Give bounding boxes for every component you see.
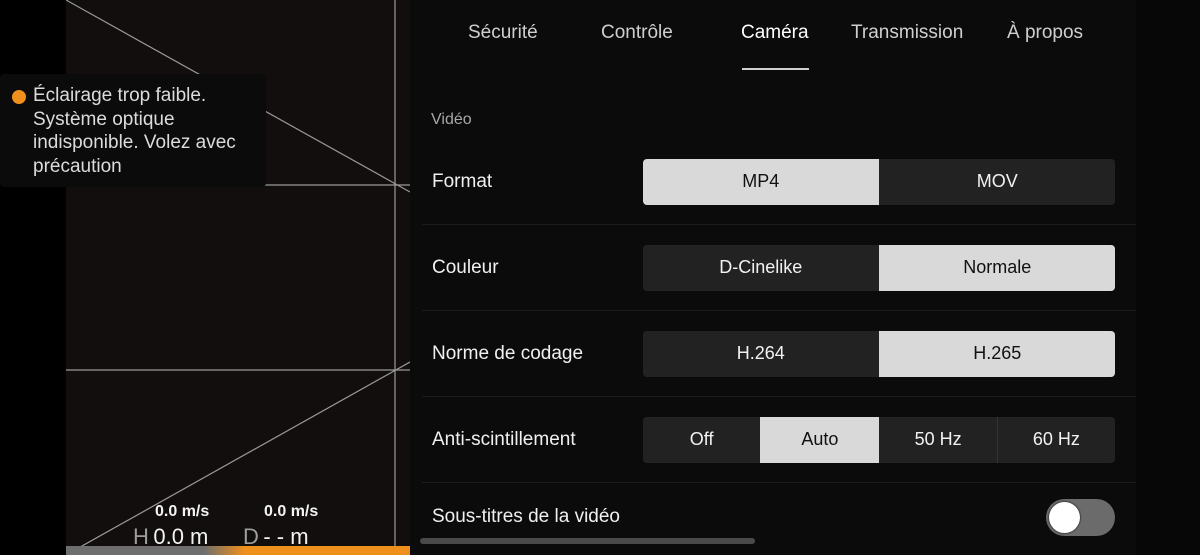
format-option-mov[interactable]: MOV	[878, 158, 1115, 205]
vertical-speed: 0.0 m/s	[264, 503, 319, 520]
anti-flicker-label: Anti-scintillement	[432, 428, 576, 450]
codec-option-h264[interactable]: H.264	[643, 330, 879, 377]
flicker-option-50hz[interactable]: 50 Hz	[878, 416, 997, 463]
tab-controle[interactable]: Contrôle	[601, 22, 673, 44]
grid-diagonal-bottom	[66, 361, 410, 555]
format-segmented-control: MP4 MOV	[643, 158, 1115, 205]
right-edge-strip	[1136, 0, 1200, 555]
horizontal-speed: 0.0 m/s	[155, 503, 210, 520]
active-tab-indicator	[742, 68, 809, 70]
section-title-video: Vidéo	[431, 111, 472, 128]
tab-bar: Sécurité Contrôle Caméra Transmission À …	[410, 0, 1136, 80]
setting-row-color: Couleur D-Cinelike Normale	[422, 225, 1136, 311]
warning-text: Éclairage trop faible. Système optique i…	[33, 85, 236, 177]
warning-toast[interactable]: Éclairage trop faible. Système optique i…	[0, 74, 266, 187]
codec-option-h265[interactable]: H.265	[878, 330, 1115, 377]
tab-transmission[interactable]: Transmission	[851, 22, 963, 44]
subtitles-toggle[interactable]	[1046, 499, 1115, 536]
color-option-d-cinelike[interactable]: D-Cinelike	[643, 244, 879, 291]
codec-segmented-control: H.264 H.265	[643, 330, 1115, 377]
color-option-normale[interactable]: Normale	[878, 244, 1115, 291]
setting-row-codec: Norme de codage H.264 H.265	[422, 311, 1136, 397]
tab-a-propos[interactable]: À propos	[1007, 22, 1083, 44]
setting-row-format: Format MP4 MOV	[422, 139, 1136, 225]
tab-camera[interactable]: Caméra	[741, 22, 809, 44]
color-label: Couleur	[432, 256, 499, 278]
battery-bar	[66, 546, 410, 555]
flicker-option-off[interactable]: Off	[643, 416, 761, 463]
codec-label: Norme de codage	[432, 342, 584, 364]
tab-securite[interactable]: Sécurité	[468, 22, 538, 44]
toggle-knob	[1049, 502, 1080, 533]
warning-status-dot-icon	[12, 90, 26, 104]
flicker-option-auto[interactable]: Auto	[760, 416, 879, 463]
setting-row-subtitles: Sous-titres de la vidéo	[422, 483, 1136, 555]
flicker-option-60hz[interactable]: 60 Hz	[996, 416, 1115, 463]
subtitles-label: Sous-titres de la vidéo	[432, 506, 620, 527]
setting-row-anti-flicker: Anti-scintillement Off Auto 50 Hz 60 Hz	[422, 397, 1136, 483]
color-segmented-control: D-Cinelike Normale	[643, 244, 1115, 291]
format-label: Format	[432, 170, 493, 192]
settings-panel: Sécurité Contrôle Caméra Transmission À …	[410, 0, 1136, 555]
format-option-mp4[interactable]: MP4	[643, 158, 879, 205]
anti-flicker-segmented-control: Off Auto 50 Hz 60 Hz	[643, 416, 1115, 463]
horizontal-scrollbar[interactable]	[420, 538, 755, 544]
